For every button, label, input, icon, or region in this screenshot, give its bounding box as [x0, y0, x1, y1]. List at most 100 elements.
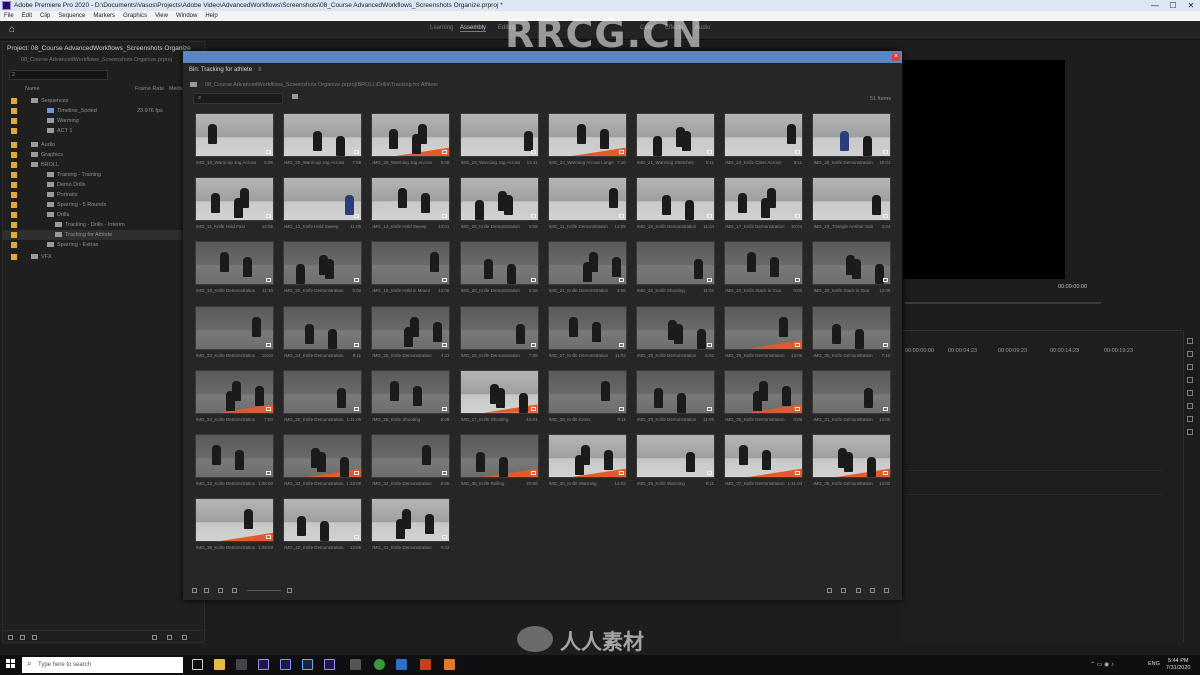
program-monitor-video[interactable]	[903, 60, 1065, 279]
clip-thumbnail[interactable]: IMG_16_Knife Demonstration 11:04	[636, 177, 715, 234]
column-name[interactable]: Name	[25, 86, 40, 92]
new-bin-icon[interactable]	[152, 635, 157, 640]
tree-item-sparring-extras[interactable]: Sparring - Extras	[3, 240, 203, 250]
pen-tool-icon[interactable]	[1187, 403, 1193, 409]
photoshop-icon[interactable]	[302, 659, 313, 670]
taskbar-search-input[interactable]: Type here to search	[22, 657, 183, 673]
menu-sequence[interactable]: Sequence	[58, 13, 85, 19]
sort-icon[interactable]	[287, 588, 292, 593]
bin-search-input[interactable]	[193, 93, 283, 104]
clip-thumbnail[interactable]: IMG_20_Warming Jog Across 5:08	[371, 113, 451, 169]
clip-thumbnail[interactable]: IMG_19_Knife Hold in Mount 13:06	[371, 241, 451, 298]
clip-thumbnail[interactable]: IMG_22_Knife Stack in Gua 13:09	[812, 241, 892, 298]
tab-effects[interactable]: Effects	[665, 25, 683, 31]
clip-thumbnail[interactable]: IMG_23_Knife Demonstration 10:04	[195, 305, 274, 362]
menu-graphics[interactable]: Graphics	[123, 13, 147, 19]
clip-thumbnail[interactable]: IMG_18_Triangle Armbar Sub 4:04	[812, 177, 892, 234]
bin-titlebar[interactable]	[183, 51, 902, 63]
tree-item-tracking-drills[interactable]: Tracking - Drills - Interim	[3, 220, 203, 230]
clip-thumbnail[interactable]: IMG_38_Knife Demonstration 13:02	[812, 434, 892, 490]
clip-thumbnail[interactable]: IMG_33_Knife Demonstration 1:13:09	[283, 434, 363, 490]
slip-tool-icon[interactable]	[1187, 390, 1193, 396]
clip-thumbnail[interactable]: IMG_41_Knife Demonstration 6:11	[371, 498, 451, 555]
freeform-view-icon[interactable]	[232, 588, 237, 593]
maximize-button[interactable]: ☐	[1164, 0, 1182, 11]
clip-thumbnail[interactable]: IMG_31_Knife Demonstration 13:05	[812, 369, 892, 426]
track-select-tool-icon[interactable]	[1187, 351, 1193, 357]
file-explorer-icon[interactable]	[214, 659, 225, 670]
column-frame-rate[interactable]: Frame Rate	[135, 86, 164, 92]
clip-thumbnail[interactable]: IMG_24_Knife Demonstration 7:04	[195, 369, 274, 426]
type-tool-icon[interactable]	[1187, 429, 1193, 435]
tree-item-act1[interactable]: ACT 1	[3, 126, 203, 136]
tab-editing[interactable]: Editing	[498, 25, 516, 31]
program-scrub-bar[interactable]	[905, 302, 1101, 304]
clip-thumbnail[interactable]: IMG_17_Knife Demonstration 10:04	[724, 177, 804, 234]
project-search-input[interactable]: 2	[9, 70, 108, 80]
after-effects-icon[interactable]	[324, 659, 335, 670]
app-icon[interactable]	[350, 659, 361, 670]
clip-thumbnail[interactable]: IMG_24_Knife Demonstration 8:11	[283, 305, 363, 362]
clip-thumbnail[interactable]: IMG_21_Warming Stretches 6:11	[636, 113, 715, 169]
close-window-button[interactable]: ✕	[1182, 0, 1200, 11]
minimize-button[interactable]: —	[1146, 0, 1164, 11]
tree-item-broll[interactable]: BROLL	[3, 160, 203, 170]
app-icon[interactable]	[236, 659, 247, 670]
clip-thumbnail[interactable]: IMG_29_Knife Demonstration 11:05	[636, 369, 715, 426]
app-icon[interactable]	[444, 659, 455, 670]
clip-thumbnail[interactable]: IMG_15_Knife Demonstration 9:09	[459, 177, 539, 234]
menu-help[interactable]: Help	[205, 13, 217, 19]
program-timecode[interactable]: 00:00:00:00	[1058, 284, 1087, 290]
clip-thumbnail[interactable]: IMG_19_Warm-up Jog Across 5:05	[195, 113, 274, 169]
clip-thumbnail[interactable]: IMG_11_Knife Demonstration 13:09	[547, 177, 627, 234]
clip-thumbnail[interactable]: IMG_19_Knife Demonstration 11:10	[195, 241, 274, 298]
clip-thumbnail[interactable]: IMG_14_Knife Hold Sweep 10:01	[371, 177, 451, 234]
clip-thumbnail[interactable]: IMG_26_Knife Demonstration 7:08	[459, 305, 539, 362]
icon-view-icon[interactable]	[218, 588, 223, 593]
trash-icon[interactable]	[884, 588, 889, 593]
tab-learning[interactable]: Learning	[430, 25, 453, 31]
tree-item-timeline-sorted[interactable]: Timeline_Sorted 23.976 fps	[3, 106, 203, 116]
clip-thumbnail[interactable]: IMG_22_Knife Shooting 11:02	[636, 241, 715, 298]
menu-markers[interactable]: Markers	[93, 13, 115, 19]
thumbnail-size-slider[interactable]	[247, 590, 281, 591]
clip-thumbnail[interactable]: IMG_28_Knife Cross 9:11	[547, 369, 627, 426]
clip-thumbnail[interactable]: IMG_28_Knife Demonstration 6:02	[636, 305, 715, 362]
new-item-icon[interactable]	[870, 588, 875, 593]
clip-thumbnail[interactable]: IMG_37_Knife Demonstration 1:11:04	[724, 434, 804, 490]
clip-thumbnail[interactable]: IMG_40_Knife Demonstration 12:06	[283, 498, 363, 555]
clip-thumbnail[interactable]: IMG_25_Knife Demonstration 1:11:05	[283, 369, 363, 426]
clip-thumbnail[interactable]: IMG_11_Knife Hold Fast 12:05	[195, 177, 274, 234]
clip-thumbnail[interactable]: IMG_35_Knife Rolling 20:06	[459, 434, 539, 490]
menu-edit[interactable]: Edit	[22, 13, 32, 19]
pencil-icon[interactable]	[8, 635, 13, 640]
clip-thumbnail[interactable]: IMG_13_Knife Hold Sweep 11:05	[283, 177, 363, 234]
clip-thumbnail[interactable]: IMG_36_Knife Warming 9:11	[636, 434, 715, 490]
list-view-icon[interactable]	[20, 635, 25, 640]
new-item-icon[interactable]	[167, 635, 172, 640]
clip-thumbnail[interactable]: IMG_34_Knife Demonstration 8:00	[371, 434, 451, 490]
clip-thumbnail[interactable]: IMG_20_Warm-up Jog Across 7:08	[283, 113, 363, 169]
pencil-icon[interactable]	[192, 588, 197, 593]
clip-thumbnail[interactable]: IMG_20_Knife Demonstration 9:00	[283, 241, 363, 298]
clip-thumbnail[interactable]: IMG_27_Knife Demonstration 11:02	[547, 305, 627, 362]
tree-item-portraits[interactable]: Portraits	[3, 190, 203, 200]
ripple-edit-tool-icon[interactable]	[1187, 364, 1193, 370]
clip-thumbnail[interactable]: IMG_24_Knife Class Across 9:11	[724, 113, 804, 169]
tree-item-vfx[interactable]: VFX	[3, 252, 203, 262]
tree-item-sequences[interactable]: Sequences	[3, 96, 203, 106]
find-icon[interactable]	[841, 588, 846, 593]
hand-tool-icon[interactable]	[1187, 416, 1193, 422]
menu-file[interactable]: File	[4, 13, 14, 19]
premiere-pro-icon[interactable]	[258, 659, 269, 670]
project-panel-title[interactable]: Project: 08_Course AdvancedWorkflows_Scr…	[7, 45, 191, 52]
tree-item-sparring[interactable]: Sparring - 5 Rounds	[3, 200, 203, 210]
clip-thumbnail[interactable]: IMG_20_Knife Demonstration 8:06	[459, 241, 539, 298]
razor-tool-icon[interactable]	[1187, 377, 1193, 383]
tree-item-audio[interactable]: Audio	[3, 140, 203, 150]
system-tray-icons[interactable]: ⌃ ▭ ◉ ♪	[1090, 661, 1114, 668]
clip-thumbnail[interactable]: IMG_30_Knife Demonstration 7:10	[812, 305, 892, 362]
new-bin-icon[interactable]	[292, 94, 298, 99]
clip-thumbnail[interactable]: IMG_32_Knife Demonstration 1:08:00	[195, 434, 274, 490]
clip-thumbnail[interactable]: IMG_23_Warming Across Lunge 7:10	[547, 113, 627, 169]
